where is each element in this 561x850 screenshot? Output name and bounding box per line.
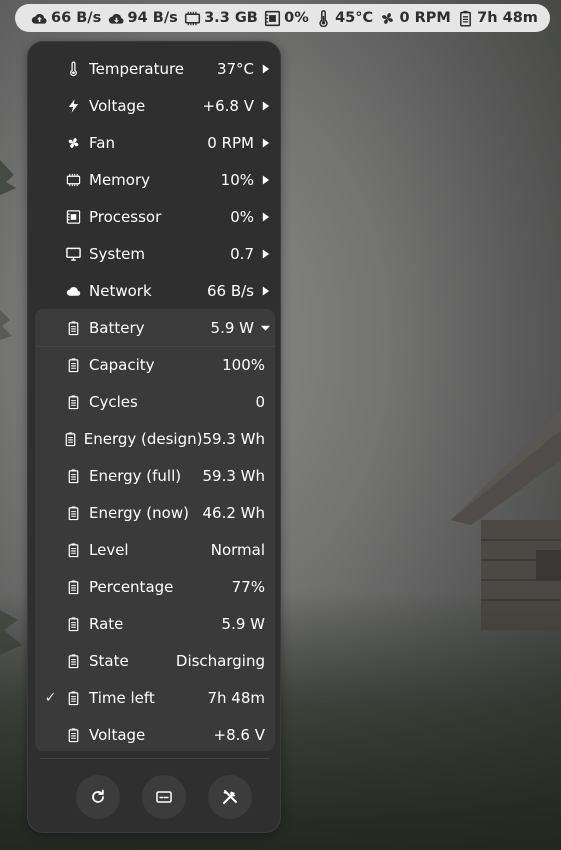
battery-icon bbox=[68, 616, 79, 631]
fan-icon bbox=[68, 137, 79, 148]
battery-icon bbox=[68, 579, 79, 594]
processor-icon bbox=[66, 209, 81, 224]
panel-upload-speed: 66 B/s bbox=[31, 10, 101, 27]
battery-icon bbox=[68, 727, 79, 742]
refresh-button[interactable] bbox=[76, 775, 120, 819]
memory-icon bbox=[185, 11, 201, 25]
battery-item-percentage[interactable]: Percentage 77% bbox=[35, 568, 275, 605]
battery-icon bbox=[68, 394, 79, 409]
thermometer-icon bbox=[319, 9, 328, 27]
monitor-icon bbox=[66, 247, 81, 261]
menu-separator bbox=[40, 758, 270, 759]
battery-icon bbox=[68, 468, 79, 483]
chevron-right-icon bbox=[262, 286, 269, 295]
battery-item-cycles[interactable]: Cycles 0 bbox=[35, 383, 275, 420]
panel-battery: 7h 48m bbox=[457, 10, 538, 27]
chevron-right-icon bbox=[262, 64, 269, 73]
top-panel-indicator[interactable]: 66 B/s 94 B/s 3.3 GB 0% 45°C 0 RPM 7h 48… bbox=[15, 4, 550, 32]
battery-item-level[interactable]: Level Normal bbox=[35, 531, 275, 568]
indicator-menu: Temperature 37°C Voltage +6.8 V Fan 0 RP… bbox=[27, 41, 281, 833]
battery-icon bbox=[68, 357, 79, 372]
menu-item-battery[interactable]: Battery 5.9 W bbox=[35, 309, 275, 346]
preferences-button[interactable] bbox=[208, 775, 252, 819]
battery-icon bbox=[68, 542, 79, 557]
system-monitor-button[interactable] bbox=[142, 775, 186, 819]
menu-item-temperature[interactable]: Temperature 37°C bbox=[35, 50, 275, 87]
menu-item-system[interactable]: System 0.7 bbox=[35, 235, 275, 272]
refresh-icon bbox=[92, 789, 104, 803]
menu-item-processor[interactable]: Processor 0% bbox=[35, 198, 275, 235]
panel-processor: 0% bbox=[264, 10, 309, 27]
memory-icon bbox=[66, 173, 81, 186]
chevron-right-icon bbox=[262, 175, 269, 184]
battery-icon bbox=[68, 505, 79, 520]
monitor-app-icon bbox=[156, 791, 172, 803]
battery-icon bbox=[68, 690, 79, 705]
checkmark-icon: ✓ bbox=[44, 689, 57, 706]
cloud-download-icon bbox=[108, 13, 124, 24]
chevron-right-icon bbox=[262, 138, 269, 147]
panel-temperature: 45°C bbox=[315, 9, 373, 27]
thermometer-icon bbox=[70, 61, 77, 76]
menu-item-fan[interactable]: Fan 0 RPM bbox=[35, 124, 275, 161]
tools-icon bbox=[223, 790, 237, 804]
battery-icon bbox=[68, 320, 79, 335]
processor-icon bbox=[265, 10, 281, 26]
battery-icon bbox=[460, 10, 472, 26]
wooden-hut-decoration bbox=[451, 410, 561, 630]
battery-item-energy-full[interactable]: Energy (full) 59.3 Wh bbox=[35, 457, 275, 494]
battery-item-energy-design[interactable]: Energy (design) 59.3 Wh bbox=[35, 420, 275, 457]
battery-item-capacity[interactable]: Capacity 100% bbox=[35, 346, 275, 383]
chevron-right-icon bbox=[262, 249, 269, 258]
fan-icon bbox=[382, 12, 394, 24]
panel-fan: 0 RPM bbox=[379, 10, 451, 27]
panel-memory: 3.3 GB bbox=[184, 10, 258, 27]
tree-branches-decoration bbox=[0, 160, 22, 655]
chevron-right-icon bbox=[262, 101, 269, 110]
panel-download-speed: 94 B/s bbox=[108, 10, 178, 27]
battery-icon bbox=[68, 653, 79, 668]
menu-item-network[interactable]: Network 66 B/s bbox=[35, 272, 275, 309]
menu-item-voltage[interactable]: Voltage +6.8 V bbox=[35, 87, 275, 124]
chevron-right-icon bbox=[262, 212, 269, 221]
chevron-down-icon bbox=[260, 325, 270, 331]
cloud-upload-icon bbox=[31, 13, 47, 24]
bolt-icon bbox=[68, 98, 79, 113]
battery-icon bbox=[65, 431, 76, 446]
battery-item-voltage[interactable]: Voltage +8.6 V bbox=[35, 716, 275, 753]
battery-item-rate[interactable]: Rate 5.9 W bbox=[35, 605, 275, 642]
battery-item-energy-now[interactable]: Energy (now) 46.2 Wh bbox=[35, 494, 275, 531]
cloud-icon bbox=[66, 286, 81, 296]
battery-item-state[interactable]: State Discharging bbox=[35, 642, 275, 679]
menu-item-memory[interactable]: Memory 10% bbox=[35, 161, 275, 198]
battery-item-time-left[interactable]: ✓ Time left 7h 48m bbox=[35, 679, 275, 716]
